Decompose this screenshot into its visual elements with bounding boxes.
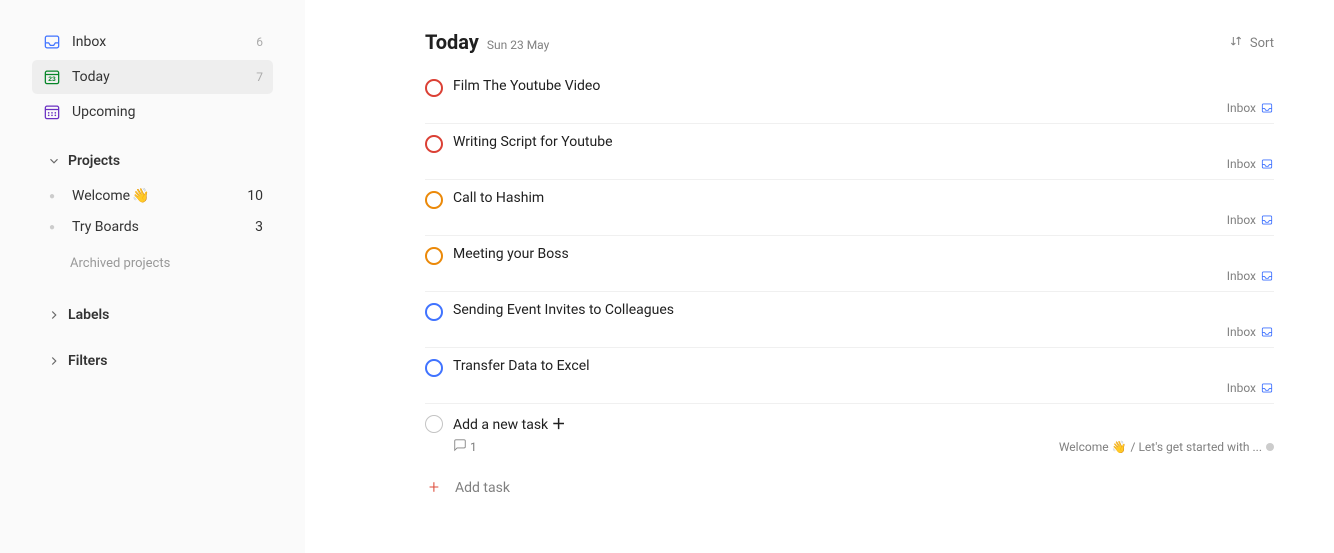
projects-section-header[interactable]: Projects — [32, 145, 273, 177]
page-title: Today — [425, 30, 479, 54]
task-title: Writing Script for Youtube — [453, 134, 613, 150]
page-date: Sun 23 May — [487, 38, 549, 52]
task-checkbox[interactable] — [425, 135, 443, 153]
nav-today[interactable]: 23 Today 7 — [32, 60, 273, 94]
project-welcome-label: Welcome👋 — [72, 188, 247, 204]
calendar-today-icon: 23 — [40, 67, 64, 87]
task-item[interactable]: Transfer Data to Excel Inbox — [425, 348, 1274, 404]
task-title: Call to Hashim — [453, 190, 544, 206]
task-title: Meeting your Boss — [453, 246, 569, 262]
chevron-right-icon — [42, 308, 66, 322]
add-task-label: Add task — [455, 480, 510, 496]
inbox-icon — [1260, 269, 1274, 283]
sort-icon — [1228, 33, 1244, 53]
task-title: Add a new task ＋ — [453, 414, 566, 434]
nav-inbox[interactable]: Inbox 6 — [32, 25, 273, 59]
sidebar: Inbox 6 23 Today 7 Upcoming Projects ● W… — [0, 0, 305, 553]
task-project[interactable]: Inbox — [425, 381, 1274, 395]
task-project[interactable]: Inbox — [425, 213, 1274, 227]
task-item[interactable]: Film The Youtube Video Inbox — [425, 68, 1274, 124]
task-checkbox[interactable] — [425, 79, 443, 97]
nav-inbox-count: 6 — [256, 35, 263, 49]
filters-section-header[interactable]: Filters — [32, 345, 273, 377]
project-dot-icon: ● — [40, 222, 64, 233]
task-project[interactable]: Inbox — [425, 157, 1274, 171]
project-welcome[interactable]: ● Welcome👋 10 — [32, 181, 273, 211]
nav-today-label: Today — [72, 69, 256, 85]
task-title: Sending Event Invites to Colleagues — [453, 302, 674, 318]
task-project[interactable]: Inbox — [425, 101, 1274, 115]
project-welcome-count: 10 — [247, 188, 263, 204]
task-project[interactable]: Inbox — [425, 269, 1274, 283]
inbox-icon — [1260, 213, 1274, 227]
task-item[interactable]: Meeting your Boss Inbox — [425, 236, 1274, 292]
main-content: Today Sun 23 May Sort Film The Youtube V… — [305, 0, 1334, 553]
nav-today-count: 7 — [256, 70, 263, 84]
task-title: Film The Youtube Video — [453, 78, 600, 94]
inbox-icon — [40, 32, 64, 52]
task-project[interactable]: Welcome 👋 / Let's get started with ... — [1059, 438, 1274, 455]
sort-button[interactable]: Sort — [1228, 33, 1274, 53]
task-title: Transfer Data to Excel — [453, 358, 590, 374]
inbox-icon — [1260, 101, 1274, 115]
project-try-boards-label: Try Boards — [72, 219, 255, 235]
nav-upcoming[interactable]: Upcoming — [32, 95, 273, 129]
task-list: Film The Youtube Video Inbox Writing Scr… — [425, 68, 1274, 463]
project-dot-icon: ● — [40, 191, 64, 202]
project-try-boards[interactable]: ● Try Boards 3 — [32, 212, 273, 242]
add-task-button[interactable]: + Add task — [425, 467, 1274, 508]
chevron-right-icon — [42, 354, 66, 368]
task-project[interactable]: Inbox — [425, 325, 1274, 339]
inbox-icon — [1260, 157, 1274, 171]
labels-section-header[interactable]: Labels — [32, 299, 273, 331]
plus-icon: + — [425, 477, 443, 498]
inbox-icon — [1260, 325, 1274, 339]
task-comment-count[interactable]: 1 — [453, 438, 477, 455]
title-group: Today Sun 23 May — [425, 30, 549, 54]
labels-title: Labels — [68, 307, 109, 323]
task-item[interactable]: Add a new task ＋ 1 Welcome 👋 / Let's get… — [425, 404, 1274, 463]
chevron-down-icon — [42, 154, 66, 168]
task-checkbox[interactable] — [425, 359, 443, 377]
task-checkbox[interactable] — [425, 247, 443, 265]
comment-icon — [453, 438, 467, 455]
task-item[interactable]: Writing Script for Youtube Inbox — [425, 124, 1274, 180]
task-checkbox[interactable] — [425, 191, 443, 209]
project-try-boards-count: 3 — [255, 219, 263, 235]
sort-label: Sort — [1250, 36, 1274, 51]
task-checkbox[interactable] — [425, 303, 443, 321]
task-item[interactable]: Call to Hashim Inbox — [425, 180, 1274, 236]
svg-text:23: 23 — [48, 76, 56, 83]
nav-inbox-label: Inbox — [72, 34, 256, 50]
projects-title: Projects — [68, 153, 120, 169]
task-item[interactable]: Sending Event Invites to Colleagues Inbo… — [425, 292, 1274, 348]
project-dot-icon — [1266, 443, 1274, 451]
nav-upcoming-label: Upcoming — [72, 104, 263, 120]
calendar-upcoming-icon — [40, 102, 64, 122]
view-header: Today Sun 23 May Sort — [425, 30, 1274, 54]
filters-title: Filters — [68, 353, 107, 369]
task-checkbox[interactable] — [425, 415, 443, 433]
inbox-icon — [1260, 381, 1274, 395]
archived-projects-link[interactable]: Archived projects — [70, 256, 273, 271]
plus-icon: ＋ — [552, 417, 566, 433]
